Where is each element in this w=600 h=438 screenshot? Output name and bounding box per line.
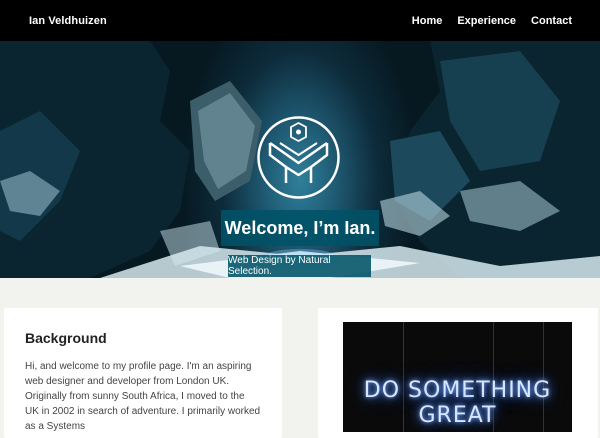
brand-name[interactable]: Ian Veldhuizen xyxy=(29,15,107,27)
hero-subtitle: Web Design by Natural Selection. xyxy=(228,255,371,277)
background-text: Hi, and welcome to my profile page. I'm … xyxy=(25,361,261,432)
hero-title: Welcome, I’m Ian. xyxy=(221,210,379,246)
nav-link-home[interactable]: Home xyxy=(412,15,443,27)
neon-sign-image: DO SOMETHING GREAT xyxy=(343,322,572,432)
navbar: Ian Veldhuizen Home Experience Contact xyxy=(0,0,600,41)
nav-link-contact[interactable]: Contact xyxy=(531,15,572,27)
image-card: DO SOMETHING GREAT xyxy=(318,308,598,438)
logo-icon xyxy=(257,116,340,199)
nav-link-experience[interactable]: Experience xyxy=(457,15,516,27)
nav-links: Home Experience Contact xyxy=(412,15,572,27)
background-heading: Background xyxy=(25,330,107,346)
neon-sign-text: DO SOMETHING GREAT xyxy=(363,378,552,428)
background-card: Background Hi, and welcome to my profile… xyxy=(4,308,282,438)
hero-banner: Welcome, I’m Ian. Web Design by Natural … xyxy=(0,41,600,278)
